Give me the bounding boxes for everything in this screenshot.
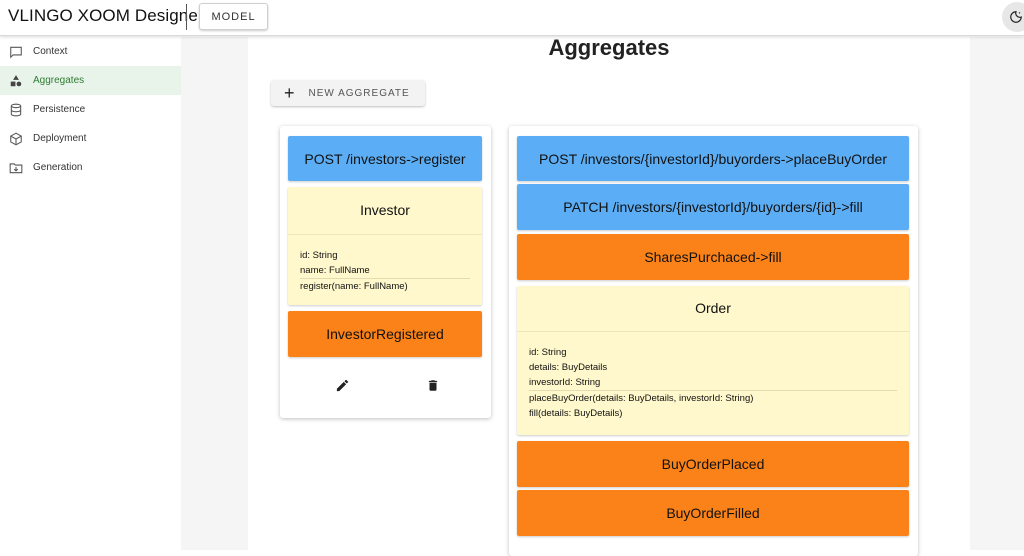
aggregate-block[interactable]: Investor id: String name: FullName regis… — [288, 187, 482, 305]
field-item: name: FullName — [300, 265, 370, 276]
event-label: BuyOrderPlaced — [661, 456, 765, 472]
aggregate-methods: placeBuyOrder(details: BuyDetails, inves… — [517, 391, 909, 421]
delete-button[interactable] — [423, 375, 443, 395]
pencil-icon — [336, 379, 348, 391]
app-bar: VLINGO XOOM Designer MODEL — [0, 0, 1024, 36]
sidebar-item-persistence[interactable]: Persistence — [0, 95, 181, 124]
edit-button[interactable] — [332, 375, 352, 395]
sidebar-item-label: Aggregates — [33, 75, 85, 86]
aggregate-fields: id: String name: FullName — [288, 235, 482, 278]
route-label: POST /investors/{investorId}/buyorders->… — [539, 150, 887, 167]
divider — [186, 4, 187, 30]
event-block[interactable]: InvestorRegistered — [288, 311, 482, 357]
model-button[interactable]: MODEL — [199, 3, 268, 30]
event-label: InvestorRegistered — [326, 326, 444, 342]
method-item: placeBuyOrder(details: BuyDetails, inves… — [529, 393, 754, 404]
route-block[interactable]: PATCH /investors/{investorId}/buyorders/… — [517, 184, 909, 230]
field-item: id: String — [300, 250, 338, 261]
sidebar-item-deployment[interactable]: Deployment — [0, 124, 181, 153]
sidebar-item-aggregates[interactable]: Aggregates — [0, 66, 181, 95]
field-item: details: BuyDetails — [529, 362, 608, 373]
theme-toggle-button[interactable] — [1002, 2, 1024, 32]
method-item: register(name: FullName) — [300, 281, 408, 292]
aggregate-methods: register(name: FullName) — [288, 279, 482, 294]
route-label: POST /investors->register — [304, 150, 466, 167]
event-block[interactable]: BuyOrderPlaced — [517, 441, 909, 487]
field-item: id: String — [529, 347, 567, 358]
comment-icon — [10, 46, 22, 59]
folder-download-icon — [9, 162, 23, 173]
database-icon — [10, 103, 22, 116]
aggregate-name: Investor — [360, 202, 410, 218]
external-event-label: SharesPurchaced->fill — [644, 249, 782, 265]
shapes-icon — [10, 74, 22, 86]
route-block[interactable]: POST /investors->register — [288, 136, 482, 181]
page-title: Aggregates — [548, 35, 670, 60]
method-item: fill(details: BuyDetails) — [529, 408, 623, 419]
sidebar-item-label: Context — [33, 46, 68, 57]
event-label: BuyOrderFilled — [666, 505, 760, 521]
trash-icon — [428, 379, 438, 391]
external-event-block[interactable]: SharesPurchaced->fill — [517, 234, 909, 280]
sidebar-item-label: Persistence — [33, 104, 86, 115]
event-block[interactable]: BuyOrderFilled — [517, 490, 909, 536]
cube-icon — [10, 132, 22, 145]
sidebar-item-label: Deployment — [33, 133, 87, 144]
app-title: VLINGO XOOM Designer — [8, 6, 204, 25]
route-label: PATCH /investors/{investorId}/buyorders/… — [563, 199, 863, 215]
new-aggregate-button[interactable]: + NEW AGGREGATE — [271, 80, 425, 106]
aggregate-block[interactable]: Order id: String details: BuyDetails inv… — [517, 286, 909, 435]
sidebar-item-generation[interactable]: Generation — [0, 153, 181, 182]
dark-mode-icon — [1010, 11, 1022, 23]
sidebar-item-label: Generation — [33, 162, 83, 173]
sidebar: Context Aggregates Persistence Deploymen… — [0, 37, 181, 550]
new-aggregate-label: NEW AGGREGATE — [308, 87, 410, 99]
route-block[interactable]: POST /investors/{investorId}/buyorders->… — [517, 136, 909, 181]
aggregate-name: Order — [695, 300, 731, 316]
sidebar-item-context[interactable]: Context — [0, 37, 181, 66]
plus-icon: + — [284, 83, 296, 103]
aggregate-fields: id: String details: BuyDetails investorI… — [517, 332, 909, 390]
field-item: investorId: String — [529, 377, 601, 388]
